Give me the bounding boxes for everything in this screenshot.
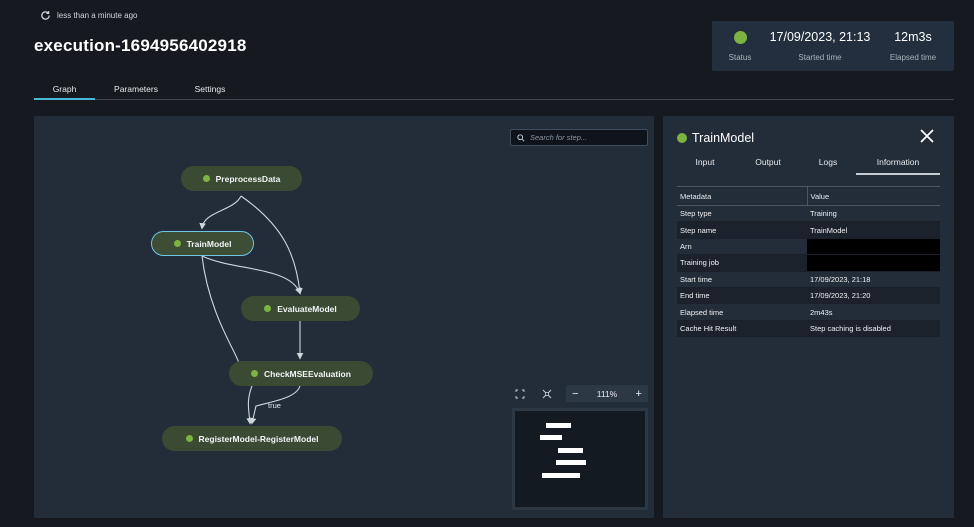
column-header-metadata: Metadata — [677, 186, 807, 206]
elapsed-time-label: Elapsed time — [889, 53, 937, 62]
minimap-node-registermodel — [542, 473, 580, 478]
tab-input[interactable]: Input — [689, 157, 721, 175]
step-details-tabs: Input Output Logs Information — [677, 153, 940, 175]
node-label: CheckMSEEvaluation — [264, 368, 351, 379]
status-cell: Status — [712, 21, 768, 71]
metadata-value: 17/09/2023, 21:18 — [807, 271, 940, 288]
table-row: Step name TrainModel — [677, 221, 940, 239]
zoom-in-button[interactable]: + — [636, 388, 642, 400]
status-summary-card: Status 17/09/2023, 21:13 Started time 12… — [712, 21, 954, 71]
started-time-label: Started time — [798, 53, 842, 62]
elapsed-time-cell: 12m3s Elapsed time — [880, 21, 946, 71]
step-status-icon — [677, 133, 687, 143]
metadata-value: 17/09/2023, 21:20 — [807, 287, 940, 305]
table-row: Training job — [677, 254, 940, 272]
fullscreen-icon — [515, 389, 525, 399]
edge-label-true: true — [268, 401, 281, 410]
node-label: RegisterModel-RegisterModel — [198, 433, 319, 444]
fit-to-view-button[interactable] — [539, 386, 555, 402]
step-search-box[interactable] — [510, 129, 648, 146]
metadata-key: Step type — [677, 205, 807, 223]
search-icon — [517, 133, 525, 142]
metadata-value: Training — [807, 205, 940, 223]
graph-minimap[interactable] — [512, 408, 648, 510]
step-search-input[interactable] — [530, 133, 640, 142]
started-time-cell: 17/09/2023, 21:13 Started time — [768, 21, 872, 71]
edge-train-evaluate — [201, 255, 302, 295]
edge-preprocess-train — [199, 195, 242, 230]
close-icon[interactable] — [919, 128, 935, 144]
node-label: PreprocessData — [215, 173, 281, 184]
node-status-icon — [264, 305, 272, 312]
page-title: execution-1694956402918 — [34, 36, 247, 55]
node-status-icon — [185, 435, 193, 442]
column-header-value: Value — [806, 186, 940, 206]
metadata-value-redacted — [807, 254, 940, 272]
edge-check-register-a — [246, 385, 253, 425]
status-success-icon — [733, 31, 747, 44]
table-row: Step type Training — [677, 205, 940, 223]
tab-graph[interactable]: Graph — [34, 84, 95, 100]
metadata-key: Step name — [677, 221, 807, 239]
tab-settings[interactable]: Settings — [190, 84, 230, 100]
node-status-icon — [251, 370, 259, 377]
tab-output[interactable]: Output — [750, 157, 786, 175]
graph-node-checkmseevaluation[interactable]: CheckMSEEvaluation — [229, 361, 373, 386]
metadata-table: Metadata Value Step type Training Step n… — [677, 186, 940, 338]
metadata-key: Arn — [677, 238, 807, 256]
graph-node-registermodel[interactable]: RegisterModel-RegisterModel — [162, 426, 342, 451]
table-row: Start time 17/09/2023, 21:18 — [677, 271, 940, 288]
step-details-name: TrainModel — [692, 131, 755, 145]
fullscreen-button[interactable] — [512, 386, 528, 402]
metadata-key: Training job — [677, 254, 807, 272]
metadata-value: 2m43s — [807, 303, 940, 321]
metadata-value-redacted — [807, 238, 940, 256]
refresh-button[interactable]: less than a minute ago — [40, 10, 138, 21]
minimap-node-preprocessdata — [546, 423, 571, 428]
fit-view-icon — [542, 389, 552, 399]
table-row: End time 17/09/2023, 21:20 — [677, 287, 940, 305]
graph-panel: PreprocessData TrainModel EvaluateModel … — [34, 116, 654, 518]
table-header-row: Metadata Value — [677, 186, 940, 206]
tab-logs[interactable]: Logs — [815, 157, 841, 175]
node-status-icon — [173, 240, 181, 247]
tab-parameters[interactable]: Parameters — [111, 84, 161, 100]
tab-information[interactable]: Information — [856, 157, 940, 175]
elapsed-time-value: 12m3s — [894, 30, 932, 44]
graph-node-evaluatemodel[interactable]: EvaluateModel — [241, 296, 360, 321]
zoom-out-button[interactable]: − — [572, 388, 578, 400]
metadata-key: Start time — [677, 271, 807, 288]
status-label: Status — [728, 53, 752, 62]
node-status-icon — [202, 175, 210, 182]
zoom-control: − 111% + — [566, 385, 648, 402]
metadata-key: Cache Hit Result — [677, 320, 807, 338]
step-details-title: TrainModel — [677, 131, 754, 145]
minimap-node-evaluatemodel — [558, 448, 583, 453]
metadata-value: TrainModel — [807, 221, 940, 239]
table-row: Elapsed time 2m43s — [677, 303, 940, 321]
step-details-panel: TrainModel Input Output Logs Information… — [663, 116, 954, 518]
started-time-value: 17/09/2023, 21:13 — [769, 30, 871, 44]
node-label: EvaluateModel — [277, 303, 337, 314]
graph-node-trainmodel[interactable]: TrainModel — [151, 231, 254, 256]
refresh-icon — [41, 11, 50, 20]
edge-train-register — [201, 255, 240, 365]
refresh-label: less than a minute ago — [57, 11, 138, 20]
metadata-key: Elapsed time — [677, 303, 807, 321]
minimap-node-checkmseevaluation — [556, 460, 586, 465]
minimap-node-trainmodel — [540, 435, 562, 440]
zoom-level: 111% — [596, 388, 618, 399]
graph-node-preprocessdata[interactable]: PreprocessData — [181, 166, 302, 191]
table-row: Cache Hit Result Step caching is disable… — [677, 320, 940, 338]
metadata-value: Step caching is disabled — [807, 320, 940, 338]
pipeline-execution-app: less than a minute ago execution-1694956… — [0, 0, 974, 527]
metadata-key: End time — [677, 287, 807, 305]
node-label: TrainModel — [186, 238, 232, 249]
table-row: Arn — [677, 238, 940, 256]
execution-tabs: Graph Parameters Settings — [34, 82, 954, 100]
